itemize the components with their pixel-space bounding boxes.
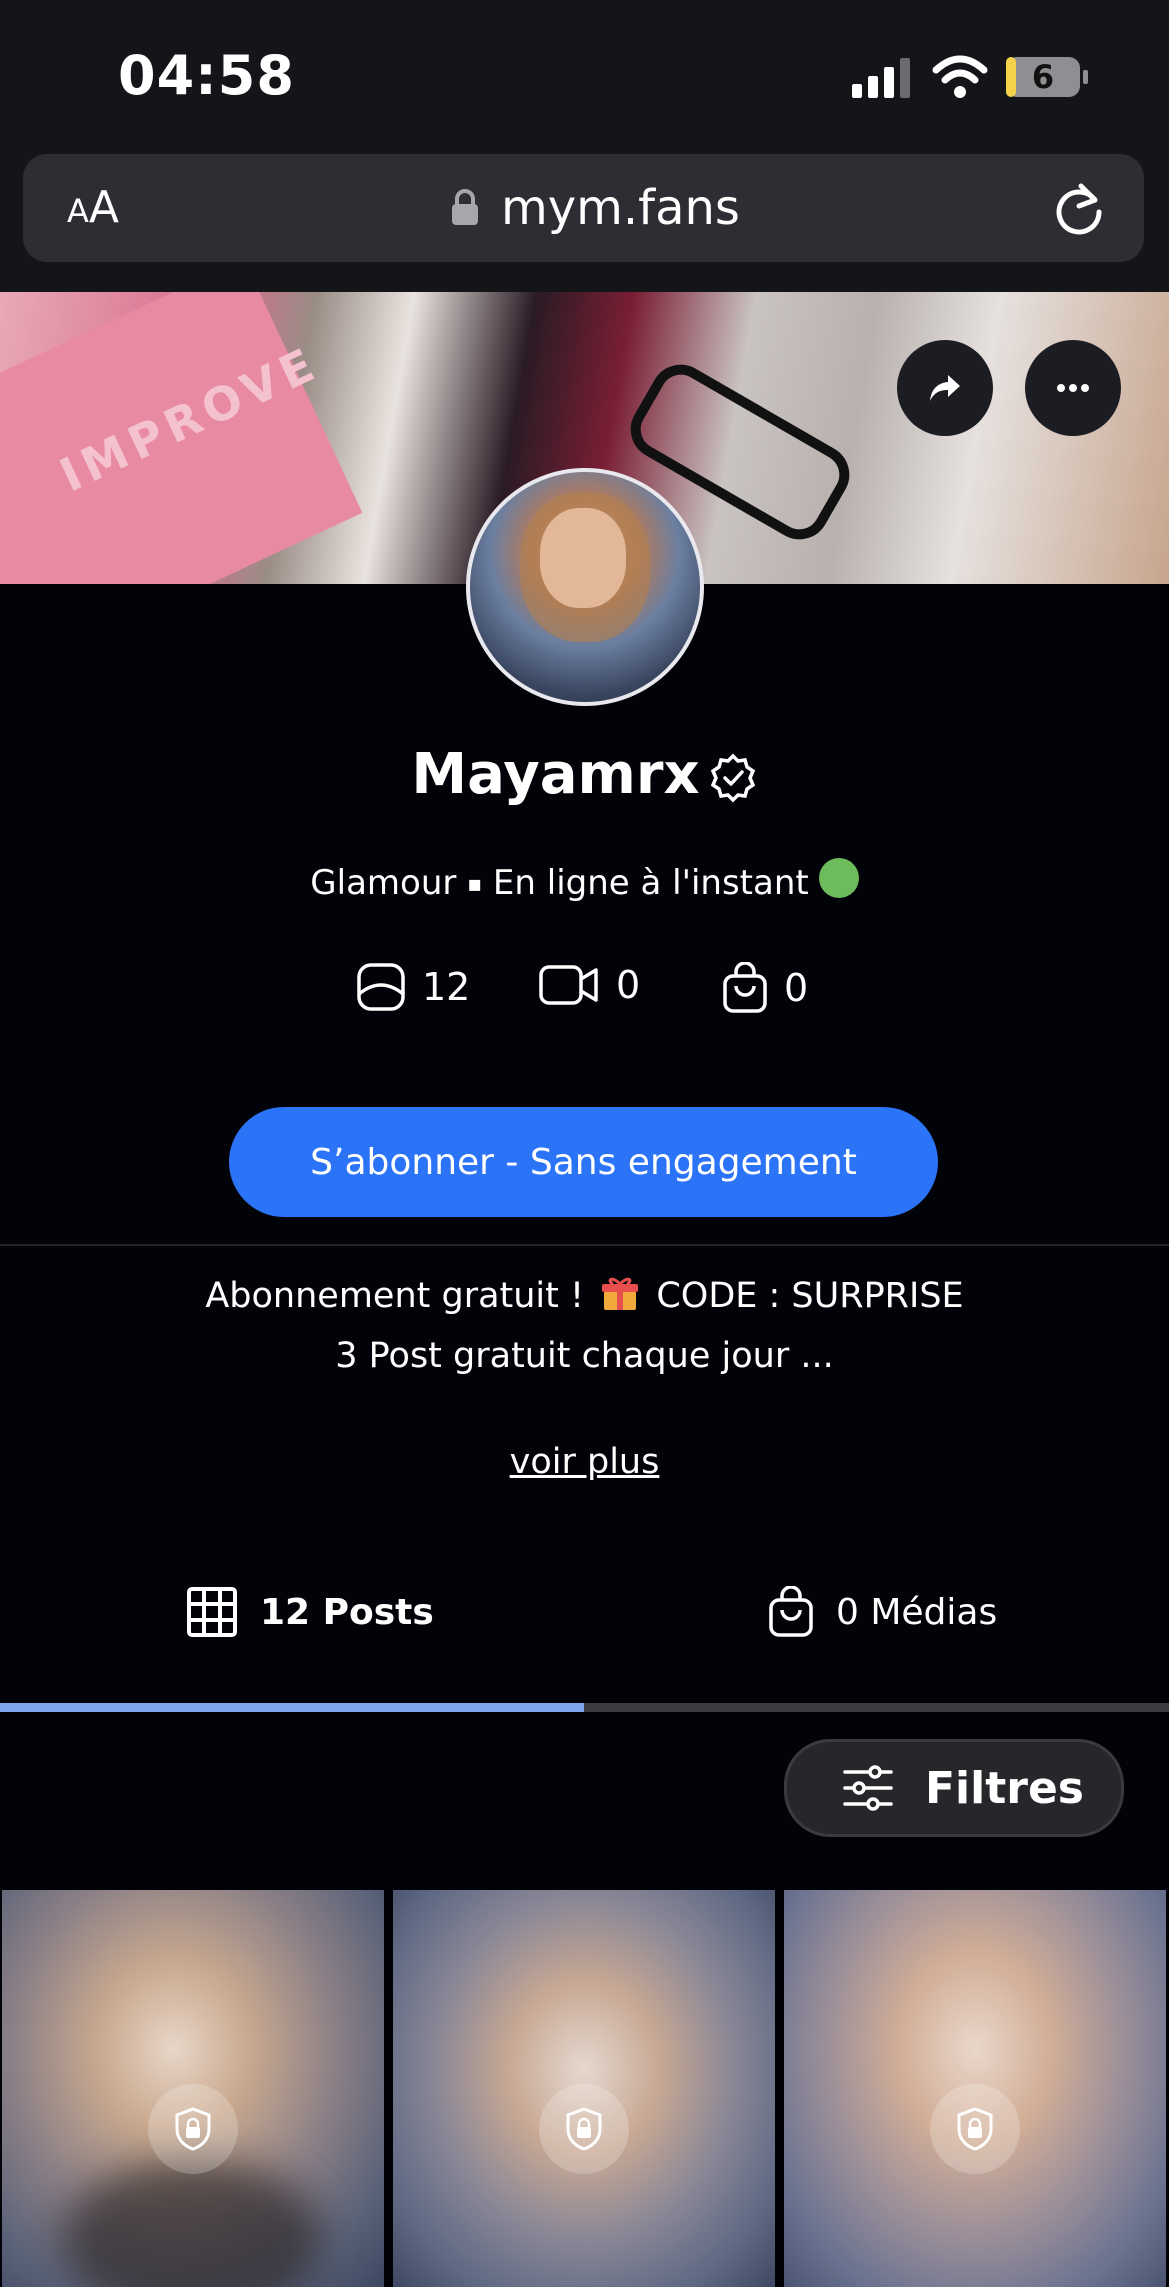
blurred-shadow	[62, 2160, 322, 2287]
post-tile[interactable]	[393, 1890, 775, 2287]
cellular-signal-icon	[852, 58, 910, 98]
profile-name: Mayamrx	[411, 742, 700, 807]
battery-level: 6	[1031, 58, 1055, 96]
locked-badge	[930, 2084, 1020, 2174]
reload-icon[interactable]	[1051, 180, 1107, 236]
filter-icon	[843, 1765, 893, 1811]
share-icon	[930, 375, 960, 401]
bio-line-1-start: Abonnement gratuit !	[205, 1276, 585, 1316]
subscribe-button[interactable]: S’abonner - Sans engagement	[229, 1107, 938, 1217]
bag-icon	[723, 962, 767, 1013]
locked-badge	[539, 2084, 629, 2174]
profile-counts: 12 0 0	[0, 962, 1169, 1026]
locked-badge	[148, 2084, 238, 2174]
online-status: En ligne à l'instant	[492, 863, 809, 903]
posts-grid	[0, 1890, 1169, 2287]
profile-name-row: Mayamrx	[0, 742, 1169, 807]
profile-subtitle: Glamour ▪ En ligne à l'instant	[0, 858, 1169, 903]
filters-button[interactable]: Filtres	[784, 1739, 1124, 1837]
text-size-button[interactable]: AA	[67, 182, 119, 233]
grid-icon	[187, 1587, 237, 1637]
tab-medias[interactable]: 0 Médias	[768, 1580, 997, 1644]
subtitle-separator: ▪	[467, 872, 483, 897]
videos-count: 0	[538, 962, 640, 1008]
products-count-value: 0	[784, 966, 809, 1010]
divider	[0, 1244, 1169, 1246]
lock-icon	[957, 2107, 993, 2151]
lock-icon	[566, 2107, 602, 2151]
products-count: 0	[722, 962, 808, 1014]
bio-line-2: 3 Post gratuit chaque jour ...	[335, 1336, 834, 1376]
tab-posts-label: 12 Posts	[260, 1591, 434, 1633]
filters-label: Filtres	[925, 1762, 1084, 1814]
bag-icon	[769, 1586, 813, 1637]
content-tabs: 12 Posts 0 Médias	[0, 1580, 1169, 1710]
url-domain: mym.fans	[501, 180, 740, 236]
avatar[interactable]	[466, 468, 704, 706]
tab-active-indicator	[0, 1703, 584, 1712]
post-tile[interactable]	[2, 1890, 384, 2287]
tab-medias-label: 0 Médias	[836, 1591, 998, 1633]
videos-count-value: 0	[616, 963, 641, 1007]
text-size-large-label: A	[88, 182, 119, 233]
bio-line-1: Abonnement gratuit ! CODE : SURPRISE	[0, 1275, 1169, 1316]
tab-posts[interactable]: 12 Posts	[186, 1580, 434, 1644]
share-button[interactable]	[897, 340, 993, 436]
gift-icon	[602, 1277, 639, 1310]
photo-icon	[357, 963, 405, 1011]
browser-toolbar: AA mym.fans	[0, 150, 1169, 292]
lock-icon	[452, 189, 478, 225]
status-bar: 04:58 6	[0, 0, 1169, 150]
more-icon	[1057, 384, 1089, 392]
more-options-button[interactable]	[1025, 340, 1121, 436]
online-indicator	[818, 858, 859, 898]
verified-icon	[710, 753, 755, 803]
bio-line-1-code: CODE : SURPRISE	[656, 1276, 964, 1316]
text-size-small-label: A	[67, 192, 89, 230]
battery-icon: 6	[1005, 56, 1089, 98]
status-time: 04:58	[118, 44, 295, 107]
lock-icon	[175, 2107, 211, 2151]
post-tile[interactable]	[784, 1890, 1166, 2287]
profile-category: Glamour	[310, 863, 457, 903]
see-more-link[interactable]: voir plus	[0, 1442, 1169, 1482]
photos-count: 12	[356, 962, 470, 1012]
video-icon	[539, 965, 598, 1005]
address-bar[interactable]: AA mym.fans	[23, 154, 1144, 262]
avatar-face	[540, 508, 626, 608]
wifi-icon	[932, 55, 988, 98]
photos-count-value: 12	[422, 965, 471, 1009]
